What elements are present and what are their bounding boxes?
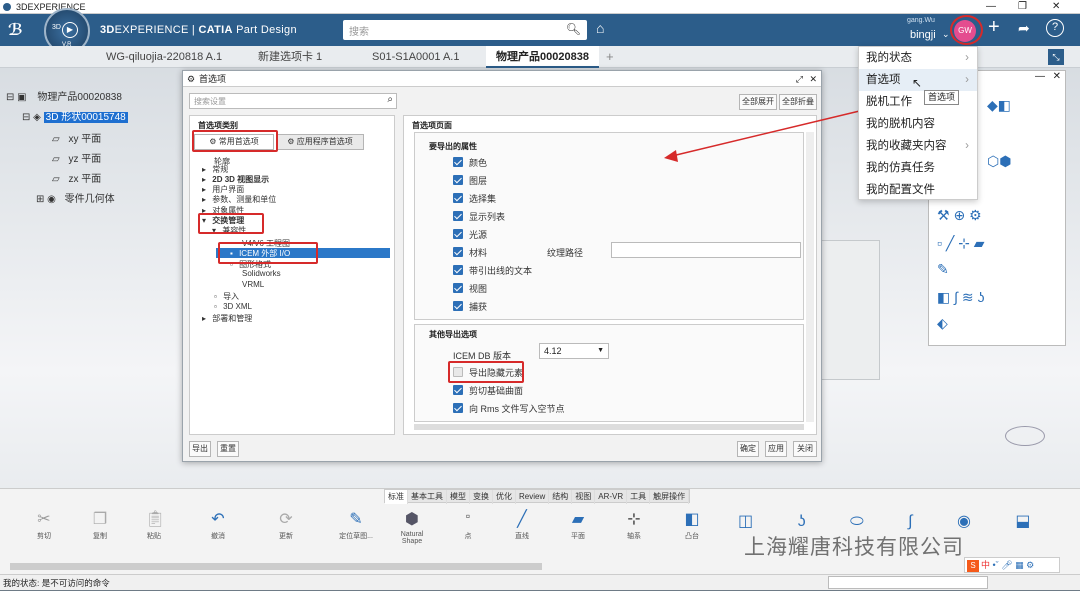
status-bar: 我的状态: 是不可访问的命令 S中 •ˇ 🎤︎ ▦ ⚙ bbox=[0, 557, 1080, 590]
ime-icons: •ˇ 🎤︎ ▦ ⚙ bbox=[990, 560, 1035, 570]
sketch-icon: ✎ bbox=[349, 511, 363, 528]
action-bar: 标准 基本工具 模型 变换 优化 Review 结构 视图 AR-VR 工具 触屏操作 ✂ 剪切 ❐ 复… bbox=[0, 488, 1080, 574]
atab-transform[interactable]: 变换 bbox=[470, 490, 493, 504]
ime-mode: 中 bbox=[981, 560, 991, 570]
axis-icon: ⊹ bbox=[627, 511, 641, 528]
cut-label: 剪切 bbox=[37, 533, 51, 540]
atab-view[interactable]: 视图 bbox=[572, 490, 596, 504]
cursor-icon: ↖ bbox=[912, 76, 923, 90]
line-tool[interactable]: ╱ 直线 bbox=[502, 509, 542, 541]
undo-icon: ↶ bbox=[211, 511, 225, 528]
tool-swept-icon[interactable]: ◆◧ bbox=[987, 97, 1011, 114]
undo-label: 撤消 bbox=[211, 533, 225, 540]
atab-ar-vr[interactable]: AR-VR bbox=[595, 490, 628, 504]
tool-surface-icon[interactable]: ◧ ∫ ≋ ʖ bbox=[937, 289, 984, 306]
natural-shape-icon: ⬢ bbox=[405, 511, 419, 528]
cut-tool[interactable]: ✂ 剪切 bbox=[24, 509, 64, 541]
atab-optimize[interactable]: 优化 bbox=[493, 490, 516, 504]
tool-measure-icon[interactable]: ⚒ ⊕ ⚙ bbox=[937, 207, 982, 224]
copy-tool[interactable]: ❐ 复制 bbox=[80, 509, 120, 541]
menu-offline-content[interactable]: 我的脱机内容 bbox=[859, 113, 977, 135]
more-tools-icons[interactable]: ◫ ʖ ⬭ ∫ ◉ ⬓ bbox=[738, 511, 1050, 531]
menu-preferences-label: 首选项 bbox=[866, 74, 901, 86]
positioned-sketch-tool[interactable]: ✎ 定位草图... bbox=[336, 509, 376, 541]
pad-icon: ◧ bbox=[684, 511, 700, 528]
pad-label: 凸台 bbox=[685, 533, 699, 540]
paste-tool[interactable]: 📋︎ 粘贴 bbox=[134, 509, 174, 541]
menu-sim-tasks-label: 我的仿真任务 bbox=[866, 162, 935, 174]
update-label: 更新 bbox=[279, 533, 293, 540]
watermark: 上海耀唐科技有限公司 bbox=[744, 536, 964, 559]
paste-icon: 📋︎ bbox=[145, 511, 166, 528]
line-icon: ╱ bbox=[517, 511, 527, 528]
command-input[interactable] bbox=[828, 576, 988, 589]
undo-tool[interactable]: ↶ 撤消 bbox=[198, 509, 238, 541]
axis-system-label: 轴系 bbox=[627, 533, 641, 540]
point-label: 点 bbox=[464, 533, 472, 540]
user-menu: 我的状态 › 首选项 › 脱机工作 我的脱机内容 我的收藏夹内容 › 我的仿真任务 我… bbox=[858, 46, 978, 200]
natural-shape-label: Natural Shape bbox=[400, 531, 424, 545]
menu-favorites[interactable]: 我的收藏夹内容 › bbox=[859, 135, 977, 157]
tool-shell-icon[interactable]: ⬡⬢ bbox=[987, 153, 1011, 170]
menu-sim-tasks[interactable]: 我的仿真任务 bbox=[859, 157, 977, 179]
sogou-icon: S bbox=[967, 560, 979, 572]
menu-my-status-label: 我的状态 bbox=[866, 52, 912, 64]
pad-tool[interactable]: ◧ 凸台 bbox=[672, 509, 712, 541]
update-icon: ⟳ bbox=[279, 511, 293, 528]
atab-model[interactable]: 模型 bbox=[447, 490, 470, 504]
copy-label: 复制 bbox=[93, 533, 107, 540]
scissors-icon: ✂ bbox=[37, 511, 51, 528]
panel-minimize-icon[interactable]: — bbox=[1035, 71, 1045, 82]
point-tool[interactable]: ▫ 点 bbox=[448, 509, 488, 541]
atab-touch[interactable]: 触屏操作 bbox=[650, 490, 690, 504]
chevron-right-icon: › bbox=[965, 74, 969, 86]
atab-standard[interactable]: 标准 bbox=[385, 490, 408, 504]
action-bar-tabs: 标准 基本工具 模型 变换 优化 Review 结构 视图 AR-VR 工具 触屏操作 bbox=[384, 489, 691, 504]
natural-shape-tool[interactable]: ⬢ Natural Shape bbox=[392, 509, 432, 545]
atab-tools[interactable]: 工具 bbox=[627, 490, 651, 504]
tool-misc-icon[interactable]: ⬖ bbox=[937, 315, 948, 332]
menu-profile[interactable]: 我的配置文件 bbox=[859, 179, 977, 201]
ime-toolbar[interactable]: S中 •ˇ 🎤︎ ▦ ⚙ bbox=[964, 557, 1060, 573]
atab-review[interactable]: Review bbox=[516, 490, 550, 504]
positioned-sketch-label: 定位草图... bbox=[339, 533, 373, 540]
menu-profile-label: 我的配置文件 bbox=[866, 184, 935, 196]
menu-offline-content-label: 我的脱机内容 bbox=[866, 118, 935, 130]
action-bar-scrollbar[interactable] bbox=[10, 563, 542, 570]
atab-structure[interactable]: 结构 bbox=[549, 490, 573, 504]
tool-sketch-icon[interactable]: ✎ bbox=[937, 261, 949, 278]
point-icon: ▫ bbox=[465, 509, 471, 523]
status-text: 我的状态: 是不可访问的命令 bbox=[3, 578, 110, 588]
menu-tooltip: 首选项 bbox=[924, 90, 960, 105]
menu-my-status[interactable]: 我的状态 › bbox=[859, 47, 977, 69]
plane-label: 平面 bbox=[571, 533, 585, 540]
axis-system-tool[interactable]: ⊹ 轴系 bbox=[614, 509, 654, 541]
tool-line-axis-icon[interactable]: ▫ ╱ ⊹ ▰ bbox=[937, 235, 985, 252]
atab-basic-tools[interactable]: 基本工具 bbox=[408, 490, 447, 504]
paste-label: 粘贴 bbox=[147, 533, 161, 540]
plane-tool[interactable]: ▰ 平面 bbox=[558, 509, 598, 541]
line-label: 直线 bbox=[515, 533, 529, 540]
menu-offline-work-label: 脱机工作 bbox=[866, 96, 912, 108]
menu-favorites-label: 我的收藏夹内容 bbox=[866, 140, 947, 152]
menu-offline-work[interactable]: 脱机工作 bbox=[859, 91, 977, 113]
panel-close-icon[interactable]: ✕ bbox=[1053, 71, 1061, 82]
plane-icon: ▰ bbox=[571, 511, 585, 528]
chevron-right-icon: › bbox=[965, 52, 969, 64]
copy-icon: ❐ bbox=[92, 511, 108, 528]
update-tool[interactable]: ⟳ 更新 bbox=[266, 509, 306, 541]
chevron-right-icon: › bbox=[965, 140, 969, 152]
